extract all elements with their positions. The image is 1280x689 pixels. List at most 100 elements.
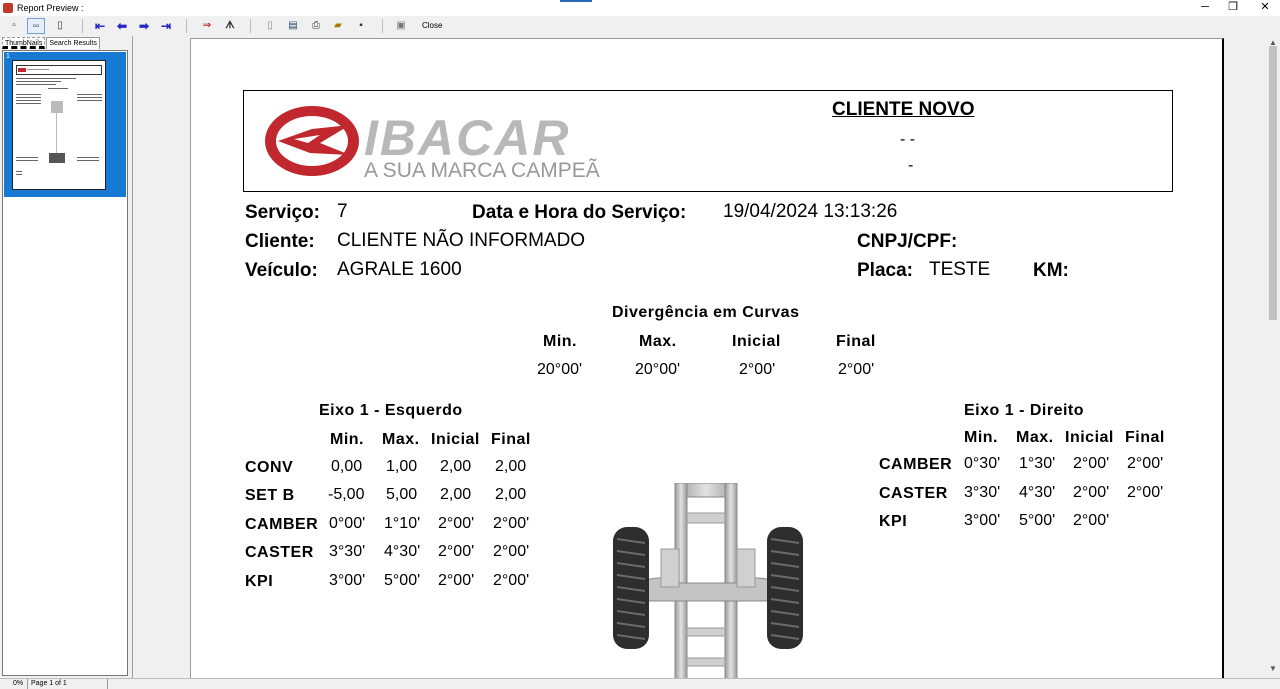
two-pages-icon[interactable]: ▫▫ [27,18,45,34]
service-label: Serviço: [245,202,320,223]
print-icon[interactable]: ⎙ [308,18,324,34]
curves-initial-value: 2°00' [739,361,776,378]
right-row-max: 4°30' [1019,484,1056,501]
left-row-final: 2°00' [493,515,530,532]
last-page-icon[interactable]: ⇥ [158,18,174,34]
right-row-initial: 2°00' [1073,484,1110,501]
toolbar: ▫ ▫▫ ▯ ⇤ ⬅ ➡ ⇥ ⇒ ᗑ ▯ ▤ ⎙ ▰ ▪ ▣ Close [0,16,1280,36]
left-row-max: 4°30' [384,543,421,560]
left-row-final: 2°00' [493,543,530,560]
left-row-name: CONV [245,459,294,476]
right-row-name: CAMBER [879,456,953,473]
left-row-min: 0°00' [329,515,366,532]
tab-search-results[interactable]: Search Results [46,37,100,49]
vehicle-chassis-illustration [613,483,803,678]
left-row-initial: 2,00 [440,486,472,503]
title-accent [560,0,592,2]
right-header-initial: Inicial [1065,429,1114,446]
thumbnail-preview [12,60,106,190]
open-icon[interactable]: ▰ [330,18,346,34]
next-page-icon[interactable]: ➡ [136,18,152,34]
right-row-min: 3°00' [964,512,1001,529]
goto-page-icon[interactable]: ⇒ [199,18,215,34]
left-tabs: ThumbNails Search Results [2,37,101,49]
vertical-scrollbar[interactable]: ▲ ▼ [1266,36,1280,678]
left-header-initial: Inicial [431,431,480,448]
left-row-min: 0,00 [331,458,363,475]
left-row-final: 2,00 [495,458,527,475]
close-button[interactable]: Close [422,18,442,34]
right-row-name: KPI [879,513,908,530]
plate-label: Placa: [857,260,913,281]
left-axle-title: Eixo 1 - Esquerdo [319,402,463,419]
scrollbar-thumb[interactable] [1269,46,1277,320]
km-label: KM: [1033,260,1069,281]
left-row-name: KPI [245,573,274,590]
right-row-initial: 2°00' [1073,455,1110,472]
previous-page-icon[interactable]: ⬅ [114,18,130,34]
first-page-icon[interactable]: ⇤ [92,18,108,34]
left-row-name: SET B [245,487,295,504]
minimize-button[interactable]: ─ [1190,0,1220,16]
right-axle-title: Eixo 1 - Direito [964,402,1085,419]
app-icon [3,3,13,13]
export-icon[interactable]: ▤ [285,18,301,34]
options-icon[interactable]: ▣ [393,18,409,34]
maximize-button[interactable]: ❐ [1218,0,1248,16]
right-header-max: Max. [1016,429,1054,446]
client-value: CLIENTE NÃO INFORMADO [337,230,586,251]
left-row-max: 1°10' [384,515,421,532]
left-row-min: -5,00 [328,486,365,503]
left-row-max: 1,00 [386,458,418,475]
thumbnail-number: 1 [6,53,10,60]
right-row-max: 5°00' [1019,512,1056,529]
left-row-min: 3°30' [329,543,366,560]
left-row-initial: 2,00 [440,458,472,475]
left-row-final: 2°00' [493,572,530,589]
scroll-down-icon[interactable]: ▼ [1266,662,1280,676]
right-row-name: CASTER [879,485,948,502]
curves-final-value: 2°00' [838,361,875,378]
preview-area: IBACAR A SUA MARCA CAMPEÃ CLIENTE NOVO -… [132,36,1266,678]
vehicle-label: Veículo: [245,260,318,281]
left-header-final: Final [491,431,531,448]
right-header-min: Min. [964,429,998,446]
curves-header-final: Final [836,333,876,350]
report-page: IBACAR A SUA MARCA CAMPEÃ CLIENTE NOVO -… [190,38,1224,678]
vehicle-value: AGRALE 1600 [337,259,462,280]
client-line-3: - [908,157,914,174]
client-line-2: - - [900,131,916,148]
service-value: 7 [337,201,348,222]
left-row-final: 2,00 [495,486,527,503]
doc-label: CNPJ/CPF: [857,231,958,252]
curves-title: Divergência em Curvas [612,304,800,321]
left-row-initial: 2°00' [438,515,475,532]
thumbnail-page-1[interactable]: 1 [4,52,126,197]
title-bar: Report Preview : ─ ❐ ✕ [0,0,1280,16]
left-header-min: Min. [330,431,364,448]
client-label: Cliente: [245,231,315,252]
window-title: Report Preview : [17,3,84,13]
page-width-icon[interactable]: ▯ [52,18,68,34]
client-name: CLIENTE NOVO [832,99,975,120]
left-row-max: 5°00' [384,572,421,589]
left-header-max: Max. [382,431,420,448]
logo-tagline: A SUA MARCA CAMPEÃ [364,159,600,182]
close-window-button[interactable]: ✕ [1250,0,1280,16]
single-page-icon[interactable]: ▫ [6,18,22,34]
curves-header-min: Min. [543,333,577,350]
right-row-min: 0°30' [964,455,1001,472]
datetime-value: 19/04/2024 13:13:26 [723,201,898,222]
new-page-icon[interactable]: ▯ [262,18,278,34]
logo-wordmark: IBACAR [364,110,571,166]
left-row-initial: 2°00' [438,543,475,560]
right-header-final: Final [1125,429,1165,446]
binoculars-icon[interactable]: ᗑ [222,18,238,34]
right-row-initial: 2°00' [1073,512,1110,529]
report-header: IBACAR A SUA MARCA CAMPEÃ CLIENTE NOVO -… [243,90,1173,192]
left-row-name: CAMBER [245,516,319,533]
tab-thumbnails[interactable]: ThumbNails [2,37,46,49]
left-row-max: 5,00 [386,486,418,503]
save-icon[interactable]: ▪ [353,18,369,34]
right-row-max: 1°30' [1019,455,1056,472]
